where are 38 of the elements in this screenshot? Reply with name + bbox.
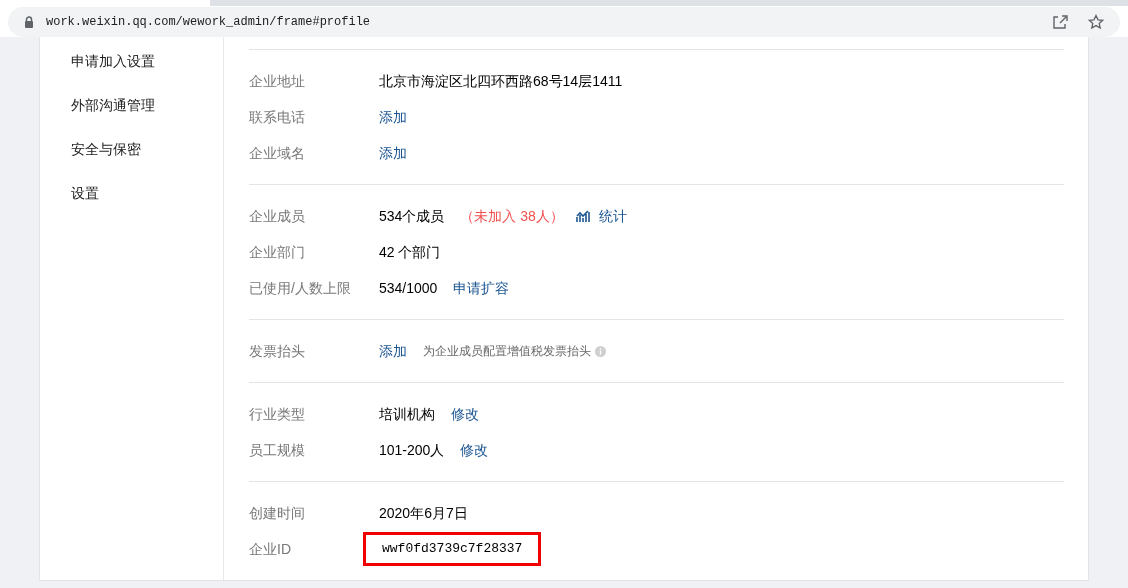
warning-text: （未加入 38人） xyxy=(460,206,564,226)
lock-icon xyxy=(24,15,34,28)
address-bar[interactable]: work.weixin.qq.com/wework_admin/frame#profile xyxy=(8,6,1120,37)
field-value: 北京市海淀区北四环西路68号14层1411 xyxy=(379,71,623,91)
field-label: 联系电话 xyxy=(249,107,306,127)
hint-text: 为企业成员配置增值税发票抬头 xyxy=(423,343,591,360)
sidebar-item[interactable]: 申请加入设置 xyxy=(71,50,223,94)
highlight-box: wwf0fd3739c7f28337 xyxy=(363,532,542,566)
link[interactable]: 添加 xyxy=(379,142,407,164)
star-icon[interactable] xyxy=(1088,13,1104,30)
link[interactable]: 申请扩容 xyxy=(453,277,510,299)
link[interactable]: 修改 xyxy=(451,403,479,425)
sidebar-item[interactable]: 安全与保密 xyxy=(71,138,223,182)
field-label: 企业域名 xyxy=(249,143,306,163)
field-label: 员工规模 xyxy=(249,440,306,460)
field-label: 企业成员 xyxy=(249,206,306,226)
field-label: 已使用/人数上限 xyxy=(249,278,352,298)
link[interactable]: 添加 xyxy=(379,340,407,362)
field-value: 2020年6月7日 xyxy=(379,503,468,523)
field-value: 42 个部门 xyxy=(379,242,441,262)
sidebar-item[interactable]: 设置 xyxy=(71,182,223,226)
field-label: 行业类型 xyxy=(249,404,306,424)
sidebar-item[interactable]: 外部沟通管理 xyxy=(71,94,223,138)
field-value: 534个成员 xyxy=(379,206,445,226)
field-label: 企业地址 xyxy=(249,71,306,91)
field-value: 534/1000 xyxy=(379,278,438,298)
chart-icon xyxy=(575,209,591,223)
field-value: 培训机构 xyxy=(379,404,435,424)
field-label: 企业ID xyxy=(249,539,292,559)
share-icon[interactable] xyxy=(1052,13,1068,30)
url-text: work.weixin.qq.com/wework_admin/frame#profile xyxy=(46,13,372,31)
field-label: 发票抬头 xyxy=(249,341,306,361)
link[interactable]: 修改 xyxy=(460,439,489,461)
stats-link[interactable]: 统计 xyxy=(598,205,627,227)
field-value: 101-200人 xyxy=(379,440,445,460)
field-label: 企业部门 xyxy=(249,242,306,262)
field-label: 创建时间 xyxy=(249,503,306,523)
link[interactable]: 添加 xyxy=(379,106,407,128)
